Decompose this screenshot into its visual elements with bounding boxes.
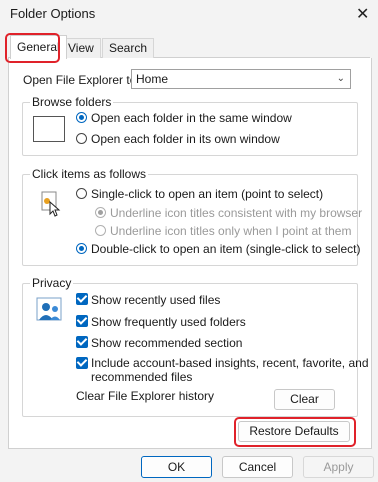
- ok-button[interactable]: OK: [141, 456, 212, 478]
- click-items-title: Click items as follows: [30, 167, 149, 181]
- insights-checkbox[interactable]: [76, 357, 88, 369]
- underline-point-radio[interactable]: [95, 225, 106, 236]
- tab-view[interactable]: View: [61, 38, 101, 58]
- same-window-label[interactable]: Open each folder in the same window: [91, 111, 292, 125]
- chevron-down-icon: ⌄: [336, 73, 345, 84]
- underline-point-label[interactable]: Underline icon titles only when I point …: [110, 224, 351, 238]
- recommended-checkbox[interactable]: [76, 336, 88, 348]
- folder-window-icon: [33, 116, 65, 142]
- open-explorer-select[interactable]: Home ⌄: [131, 69, 351, 89]
- cancel-button[interactable]: Cancel: [222, 456, 293, 478]
- tab-general[interactable]: General: [10, 35, 67, 59]
- double-click-label[interactable]: Double-click to open an item (single-cli…: [91, 242, 360, 256]
- single-click-radio[interactable]: [76, 188, 87, 199]
- single-click-label[interactable]: Single-click to open an item (point to s…: [91, 187, 323, 201]
- double-click-radio[interactable]: [76, 243, 87, 254]
- tab-search[interactable]: Search: [102, 38, 155, 58]
- single-click-pointer-icon: [40, 190, 62, 218]
- privacy-people-icon: [36, 295, 66, 323]
- restore-defaults-button[interactable]: Restore Defaults: [238, 421, 350, 442]
- own-window-label[interactable]: Open each folder in its own window: [91, 132, 280, 146]
- insights-label-line1[interactable]: Include account-based insights, recent, …: [91, 356, 369, 370]
- apply-button[interactable]: Apply: [303, 456, 374, 478]
- underline-consistent-label[interactable]: Underline icon titles consistent with my…: [110, 206, 362, 220]
- privacy-title: Privacy: [30, 276, 74, 290]
- underline-consistent-radio[interactable]: [95, 207, 106, 218]
- frequent-folders-label[interactable]: Show frequently used folders: [91, 315, 246, 329]
- recent-files-label[interactable]: Show recently used files: [91, 293, 220, 307]
- open-explorer-label: Open File Explorer to:: [23, 73, 140, 87]
- window-title: Folder Options: [10, 6, 96, 21]
- own-window-radio[interactable]: [76, 133, 87, 144]
- clear-history-label: Clear File Explorer history: [76, 389, 215, 403]
- browse-folders-title: Browse folders: [30, 95, 114, 109]
- open-explorer-value: Home: [136, 72, 169, 86]
- recommended-label[interactable]: Show recommended section: [91, 336, 242, 350]
- same-window-radio[interactable]: [76, 112, 87, 123]
- close-icon[interactable]: ✕: [356, 4, 369, 24]
- frequent-folders-checkbox[interactable]: [76, 315, 88, 327]
- clear-button[interactable]: Clear: [274, 389, 335, 410]
- recent-files-checkbox[interactable]: [76, 293, 88, 305]
- insights-label-line2[interactable]: recommended files: [91, 370, 192, 384]
